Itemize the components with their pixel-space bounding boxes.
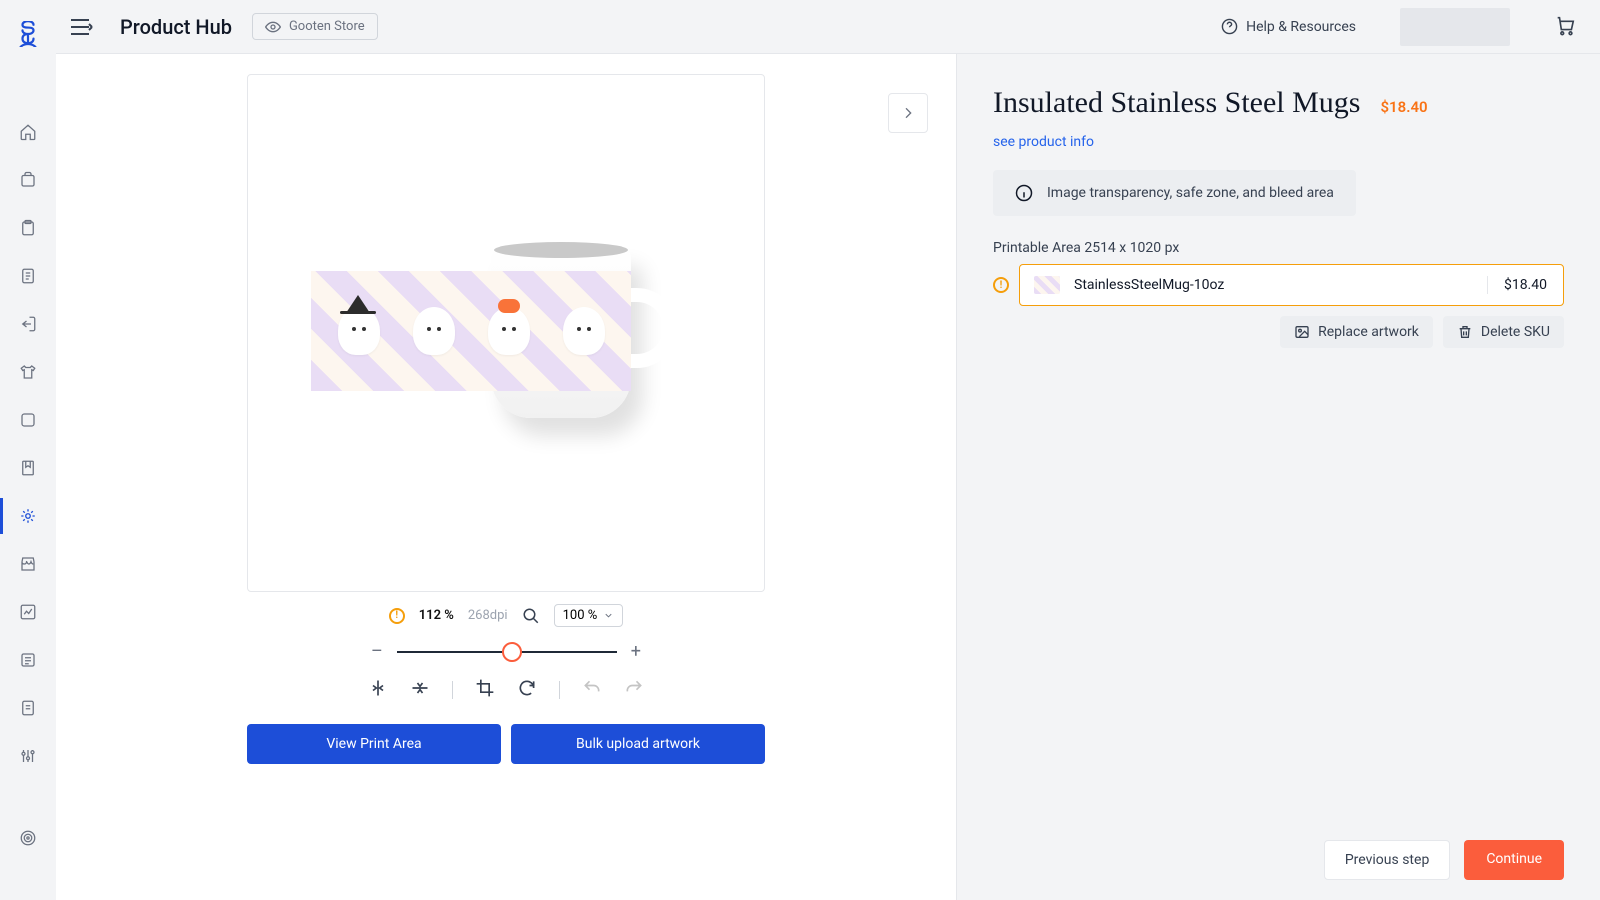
nav-store-icon[interactable] (0, 552, 56, 576)
rotate-icon[interactable] (517, 678, 537, 702)
sidebar-nav (0, 0, 56, 900)
sku-item[interactable]: StainlessSteelMug-10oz $18.40 (1019, 264, 1564, 306)
page-title: Product Hub (120, 15, 232, 39)
next-preview-button[interactable] (888, 93, 928, 133)
nav-list-icon[interactable] (0, 648, 56, 672)
cart-icon[interactable] (1554, 14, 1576, 40)
zoom-slider[interactable] (397, 651, 617, 653)
sku-thumbnail (1034, 276, 1060, 294)
help-icon (1221, 18, 1238, 35)
nav-settings-icon[interactable] (0, 744, 56, 768)
nav-clipboard-icon[interactable] (0, 216, 56, 240)
nav-home-icon[interactable] (0, 120, 56, 144)
product-title: Insulated Stainless Steel Mugs (993, 86, 1360, 120)
replace-artwork-button[interactable]: Replace artwork (1280, 316, 1433, 348)
zoom-select[interactable]: 100 % (554, 604, 624, 627)
chevron-down-icon (603, 610, 614, 621)
trash-icon (1457, 324, 1473, 340)
redo-icon[interactable] (624, 678, 644, 702)
eye-icon (265, 21, 281, 33)
help-resources-button[interactable]: Help & Resources (1221, 18, 1356, 35)
menu-toggle-icon[interactable] (64, 9, 100, 45)
delete-sku-button[interactable]: Delete SKU (1443, 316, 1564, 348)
view-print-area-button[interactable]: View Print Area (247, 724, 501, 764)
design-panel: ! 112 % 268dpi 100 % – + (56, 54, 956, 900)
preview-stats: ! 112 % 268dpi 100 % (389, 604, 624, 627)
printable-area-label: Printable Area 2514 x 1020 px (993, 240, 1564, 256)
chevron-right-icon (900, 105, 916, 121)
store-name: Gooten Store (289, 19, 365, 34)
bulk-upload-button[interactable]: Bulk upload artwork (511, 724, 765, 764)
topbar: Product Hub Gooten Store Help & Resource… (56, 0, 1600, 53)
zoom-in-icon[interactable]: + (631, 641, 641, 662)
account-placeholder[interactable] (1400, 8, 1510, 46)
info-banner[interactable]: Image transparency, safe zone, and bleed… (993, 170, 1356, 216)
product-info-link[interactable]: see product info (993, 134, 1564, 150)
nav-tag-icon[interactable] (0, 408, 56, 432)
nav-page-icon[interactable] (0, 696, 56, 720)
continue-button[interactable]: Continue (1464, 840, 1564, 880)
info-icon (1015, 184, 1033, 202)
dpi-value: 268dpi (468, 608, 508, 623)
warning-icon: ! (389, 608, 405, 624)
zoom-out-icon[interactable]: – (371, 641, 383, 662)
crop-icon[interactable] (475, 678, 495, 702)
store-selector[interactable]: Gooten Store (252, 13, 378, 40)
nav-analytics-icon[interactable] (0, 600, 56, 624)
magnify-icon[interactable] (522, 607, 540, 625)
image-icon (1294, 324, 1310, 340)
sku-name: StainlessSteelMug-10oz (1074, 277, 1224, 293)
wizard-footer: Previous step Continue (1324, 840, 1564, 880)
nav-bookmark-icon[interactable] (0, 456, 56, 480)
editor-tools (368, 678, 644, 702)
product-preview[interactable] (247, 74, 765, 592)
undo-icon[interactable] (582, 678, 602, 702)
nav-apparel-icon[interactable] (0, 360, 56, 384)
zoom-slider-thumb[interactable] (502, 642, 522, 662)
sku-price: $18.40 (1488, 277, 1563, 293)
align-horizontal-icon[interactable] (368, 678, 388, 702)
scale-value: 112 % (419, 608, 454, 623)
nav-document-icon[interactable] (0, 264, 56, 288)
logo[interactable] (12, 18, 44, 50)
align-vertical-icon[interactable] (410, 678, 430, 702)
nav-product-hub-icon[interactable] (0, 504, 56, 528)
sku-warning-icon: ! (993, 277, 1009, 293)
product-panel: Insulated Stainless Steel Mugs $18.40 se… (956, 54, 1600, 900)
nav-target-icon[interactable] (0, 826, 56, 850)
product-price: $18.40 (1380, 98, 1427, 116)
nav-package-icon[interactable] (0, 168, 56, 192)
nav-export-icon[interactable] (0, 312, 56, 336)
previous-step-button[interactable]: Previous step (1324, 840, 1450, 880)
mockup-image (291, 223, 721, 443)
